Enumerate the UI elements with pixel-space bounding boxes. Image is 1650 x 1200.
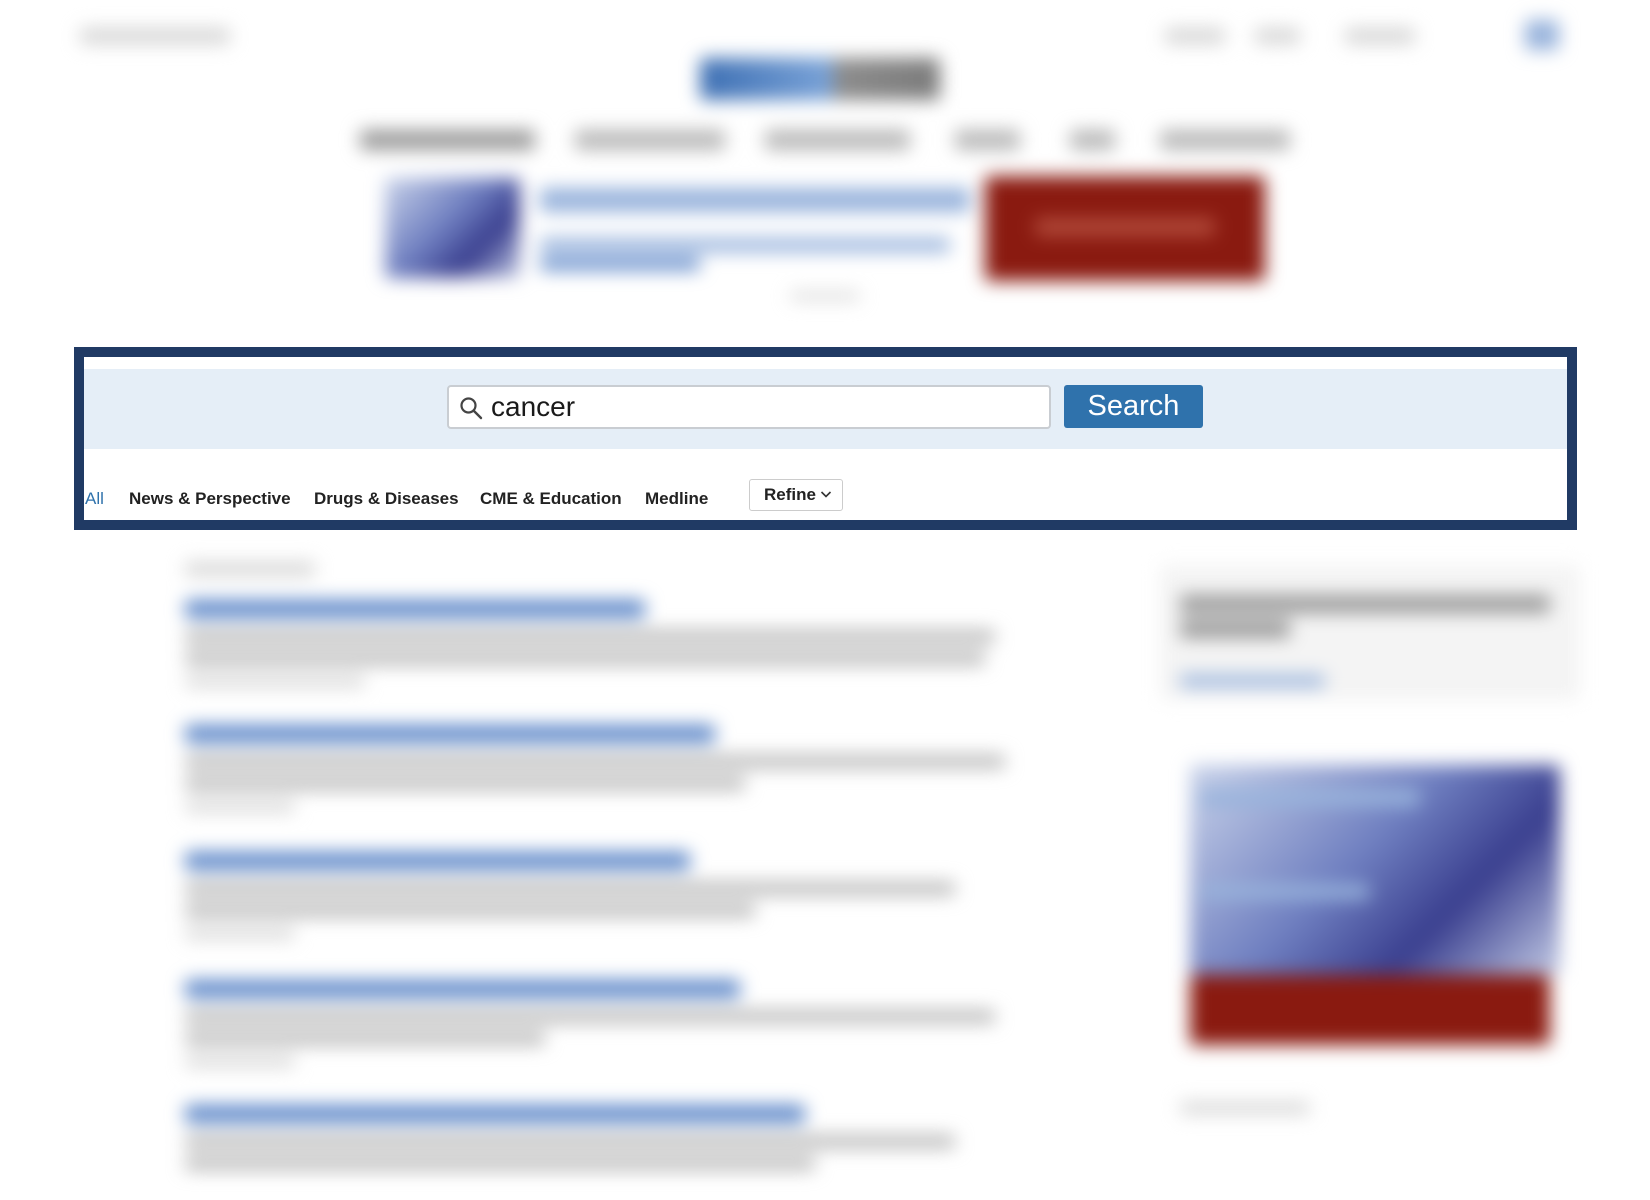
- page: Search All News & Perspective Drugs & Di…: [0, 0, 1650, 1200]
- nav-item: [955, 130, 1020, 150]
- result-title: [185, 600, 645, 618]
- tab-medline[interactable]: Medline: [645, 487, 708, 520]
- tab-cme-education[interactable]: CME & Education: [480, 487, 622, 520]
- sidebar-ad-label: [1180, 1102, 1310, 1114]
- tab-news-perspective[interactable]: News & Perspective: [129, 487, 291, 520]
- result-meta: [185, 801, 295, 812]
- search-input[interactable]: [491, 387, 1041, 427]
- refine-dropdown[interactable]: Refine: [749, 479, 843, 511]
- sidebar-ad-text: [1200, 885, 1370, 899]
- nav-item: [360, 130, 535, 150]
- result-meta: [185, 928, 295, 939]
- header-link: [1255, 28, 1300, 44]
- result-snippet: [185, 755, 1005, 768]
- result-snippet: [185, 1157, 815, 1170]
- banner-ad-button-text: [1035, 218, 1215, 236]
- search-focus-frame: Search All News & Perspective Drugs & Di…: [74, 347, 1577, 530]
- top-left-link: [80, 28, 230, 44]
- result-snippet: [185, 777, 745, 790]
- result-snippet: [185, 904, 755, 917]
- sidebar-heading: [1180, 595, 1550, 613]
- result-meta: [185, 1056, 295, 1067]
- result-snippet: [185, 1135, 955, 1148]
- nav-item: [1160, 130, 1290, 150]
- nav-item: [575, 130, 725, 150]
- header-link: [1345, 28, 1415, 44]
- header-link: [1165, 28, 1225, 44]
- ad-label: [790, 292, 860, 300]
- tab-all[interactable]: All: [85, 487, 104, 520]
- chevron-down-icon: [820, 491, 832, 498]
- banner-ad-headline: [540, 188, 970, 212]
- result-title: [185, 725, 715, 743]
- search-button[interactable]: Search: [1064, 385, 1203, 428]
- nav-item: [1070, 130, 1115, 150]
- result-snippet: [185, 1032, 545, 1045]
- search-field[interactable]: [447, 385, 1051, 429]
- results-count: [185, 562, 315, 576]
- result-snippet: [185, 652, 985, 665]
- result-snippet: [185, 630, 995, 643]
- search-icon: [460, 397, 483, 420]
- result-snippet: [185, 882, 955, 895]
- banner-ad-image: [385, 178, 520, 278]
- blurred-background: [0, 0, 1650, 1200]
- result-title: [185, 1105, 805, 1123]
- result-title: [185, 852, 690, 870]
- result-title: [185, 980, 740, 998]
- result-meta: [185, 676, 365, 687]
- sidebar-ad-button: [1190, 975, 1550, 1045]
- nav-item: [765, 130, 910, 150]
- search-bar-band: Search: [84, 369, 1567, 449]
- refine-label: Refine: [764, 485, 816, 504]
- header-avatar: [1525, 20, 1559, 50]
- sidebar-ad-text: [1200, 790, 1420, 806]
- sidebar-link: [1180, 675, 1325, 687]
- site-logo: [700, 58, 940, 100]
- result-snippet: [185, 1010, 995, 1023]
- search-filter-tabs: All News & Perspective Drugs & Diseases …: [84, 479, 1567, 520]
- sidebar-heading: [1180, 620, 1290, 638]
- banner-ad-text: [540, 258, 700, 270]
- banner-ad-text: [540, 238, 950, 252]
- tab-drugs-diseases[interactable]: Drugs & Diseases: [314, 487, 459, 520]
